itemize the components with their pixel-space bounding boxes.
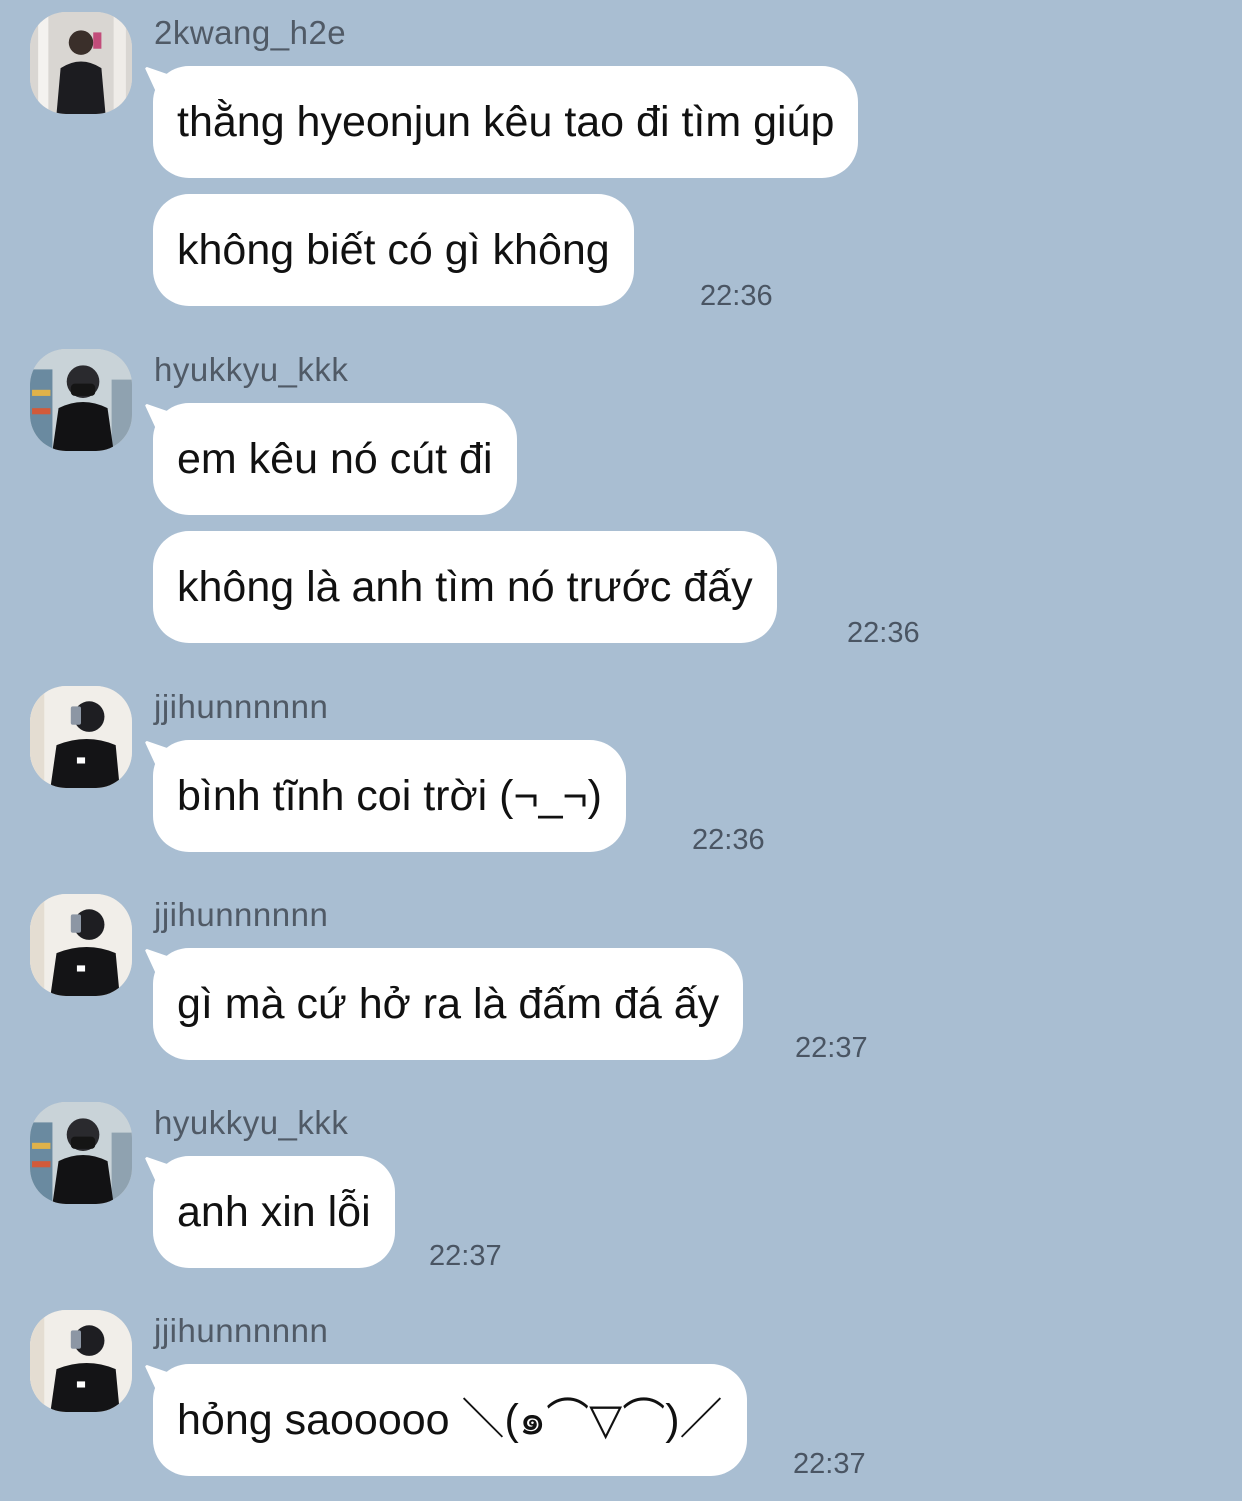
username: 2kwang_h2e [154, 14, 347, 51]
timestamp: 22:36 [700, 280, 773, 312]
avatar-jjihun[interactable] [30, 1310, 132, 1412]
message-bubble[interactable]: gì mà cứ hở ra là đấm đá ấy [153, 948, 744, 1060]
message-bubble[interactable]: không là anh tìm nó trước đấy [153, 531, 777, 643]
message-bubble[interactable]: không biết có gì không [153, 194, 634, 306]
person-icon [30, 1310, 132, 1412]
person-icon [30, 686, 132, 788]
message-bubble[interactable]: thằng hyeonjun kêu tao đi tìm giúp [153, 66, 859, 178]
username: hyukkyu_kkk [154, 1104, 349, 1141]
person-icon [30, 1102, 132, 1204]
username: jjihunnnnnn [154, 896, 329, 933]
message-bubble[interactable]: anh xin lỗi [153, 1156, 395, 1268]
timestamp: 22:37 [793, 1448, 866, 1480]
person-icon [30, 894, 132, 996]
avatar-hyukkyu[interactable] [30, 349, 132, 451]
person-icon [30, 12, 132, 114]
username: jjihunnnnnn [154, 688, 329, 725]
person-icon [30, 349, 132, 451]
avatar-jjihun[interactable] [30, 894, 132, 996]
message-bubble[interactable]: hỏng saooooo ＼(๑⌒▽⌒)／ [153, 1364, 747, 1476]
username: jjihunnnnnn [154, 1312, 329, 1349]
timestamp: 22:36 [847, 617, 920, 649]
timestamp: 22:37 [429, 1240, 502, 1272]
message-bubble[interactable]: bình tĩnh coi trời (¬_¬) [153, 740, 626, 852]
avatar-2kwang[interactable] [30, 12, 132, 114]
timestamp: 22:37 [795, 1032, 868, 1064]
username: hyukkyu_kkk [154, 351, 349, 388]
message-bubble[interactable]: em kêu nó cút đi [153, 403, 517, 515]
timestamp: 22:36 [692, 824, 765, 856]
avatar-jjihun[interactable] [30, 686, 132, 788]
avatar-hyukkyu[interactable] [30, 1102, 132, 1204]
